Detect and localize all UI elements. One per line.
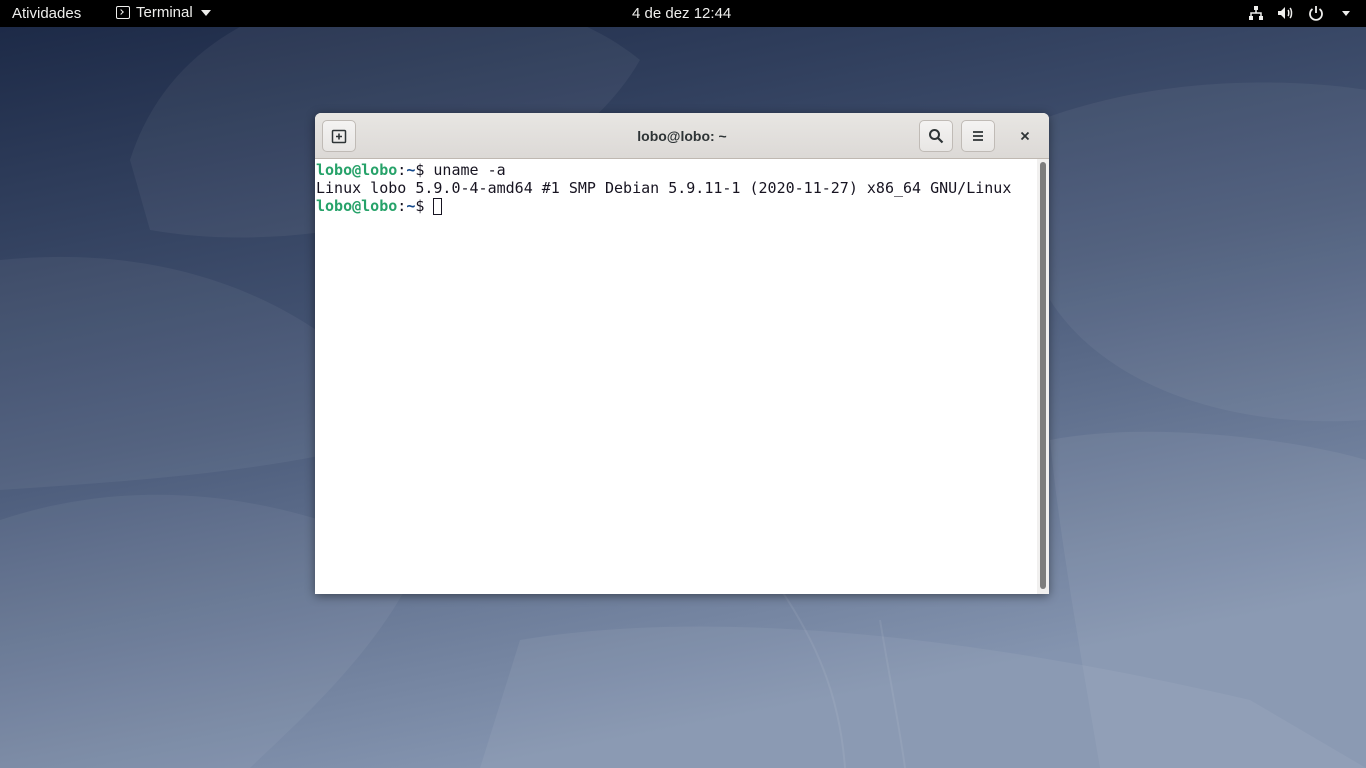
- terminal-output[interactable]: lobo@lobo:~$ uname -a Linux lobo 5.9.0-4-…: [315, 159, 1037, 594]
- volume-icon[interactable]: [1276, 4, 1296, 22]
- chevron-down-icon: [200, 9, 211, 16]
- prompt-path: ~: [406, 161, 416, 179]
- app-menu-label: Terminal: [136, 4, 193, 21]
- command-output: Linux lobo 5.9.0-4-amd64 #1 SMP Debian 5…: [316, 179, 1012, 197]
- scrollbar[interactable]: [1037, 159, 1049, 594]
- title-bar[interactable]: lobo@lobo: ~: [315, 113, 1049, 159]
- search-button[interactable]: [919, 120, 953, 152]
- activities-button[interactable]: Atividades: [12, 5, 81, 22]
- hamburger-menu-icon: [973, 131, 983, 141]
- power-icon[interactable]: [1306, 4, 1326, 22]
- terminal-icon: [116, 6, 130, 19]
- clock[interactable]: 4 de dez 12:44: [632, 5, 731, 22]
- network-icon[interactable]: [1246, 4, 1266, 22]
- scrollbar-thumb[interactable]: [1040, 162, 1046, 589]
- menu-button[interactable]: [961, 120, 995, 152]
- chevron-down-icon[interactable]: [1336, 4, 1356, 22]
- top-bar: Atividades Terminal 4 de dez 12:44: [0, 0, 1366, 27]
- prompt-user: lobo@lobo: [316, 197, 398, 215]
- command-text: uname -a: [424, 161, 506, 179]
- prompt-separator: :: [397, 197, 407, 215]
- terminal-line: lobo@lobo:~$ uname -a: [316, 161, 1037, 179]
- search-icon: [929, 129, 944, 144]
- close-icon: [1020, 131, 1030, 141]
- terminal-window: lobo@lobo: ~ lobo@lobo:~$ uname -a Linux …: [315, 113, 1049, 594]
- terminal-line: lobo@lobo:~$: [316, 197, 1037, 215]
- app-menu-button[interactable]: Terminal: [116, 4, 211, 21]
- command-text: [424, 197, 433, 215]
- terminal-line: Linux lobo 5.9.0-4-amd64 #1 SMP Debian 5…: [316, 179, 1037, 197]
- prompt-separator: :: [397, 161, 407, 179]
- system-tray[interactable]: [1246, 4, 1356, 22]
- prompt-path: ~: [406, 197, 416, 215]
- close-button[interactable]: [1008, 120, 1042, 152]
- prompt-user: lobo@lobo: [316, 161, 398, 179]
- text-cursor: [433, 198, 443, 215]
